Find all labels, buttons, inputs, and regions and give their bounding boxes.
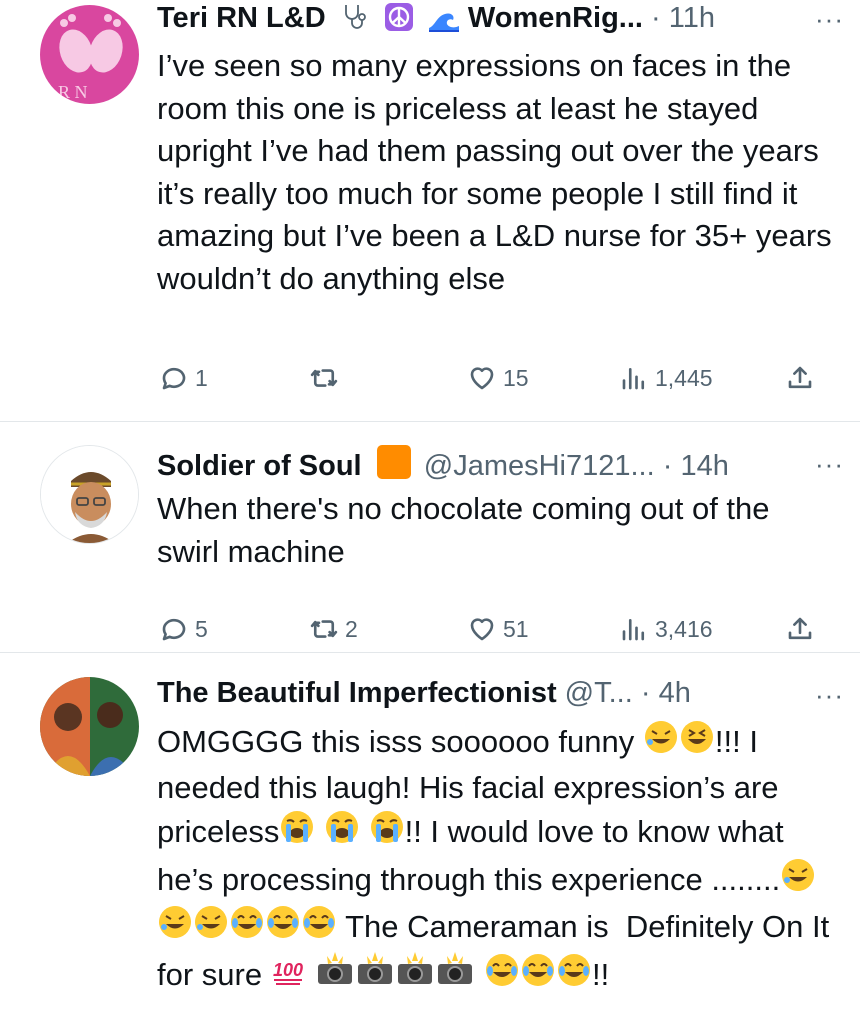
avatar-soldier-of-soul[interactable] (40, 445, 139, 544)
timestamp[interactable]: 11h (669, 2, 715, 34)
tweet-text: OMGGGG this isss soooooo funny !!! I nee… (157, 719, 844, 999)
avatar-teri[interactable]: R N (40, 5, 139, 104)
timestamp[interactable]: 14h (680, 450, 728, 480)
camera-flash-icon (315, 951, 355, 1000)
sob-emoji-icon (369, 809, 405, 857)
more-horizontal-icon[interactable]: ··· (815, 681, 844, 709)
tweet-1[interactable]: R N Teri RN L&D WomenRig... · 11h ··· I’… (0, 0, 860, 420)
camera-flash-icon (435, 951, 475, 1000)
rofl-emoji-icon (193, 904, 229, 952)
retweet-count: 2 (345, 615, 358, 642)
reply-icon (162, 618, 186, 641)
svg-text:100: 100 (273, 960, 303, 980)
rofl-emoji-icon (157, 904, 193, 952)
peace-icon (384, 2, 414, 36)
joy-emoji-icon (520, 952, 556, 1000)
tweet-text: When there's no chocolate coming out of … (157, 491, 779, 569)
view-count: 3,416 (655, 615, 713, 642)
camera-flash-icon (355, 951, 395, 1000)
hundred-points-icon: 100 (271, 952, 307, 1000)
tweet-header: Soldier of Soul @JamesHi7121... · 14h (157, 444, 774, 480)
joy-emoji-icon (229, 904, 265, 952)
retweet-icon (310, 620, 338, 638)
handle[interactable]: @JamesHi7121... (424, 450, 655, 480)
like-count: 15 (503, 364, 529, 391)
like-count: 51 (503, 615, 529, 642)
share-button[interactable] (785, 609, 815, 649)
views-icon (622, 618, 645, 641)
action-bar: 1 15 1,445 (157, 358, 827, 398)
view-count: 1,445 (655, 364, 713, 391)
joy-emoji-icon (484, 952, 520, 1000)
share-icon (788, 617, 812, 640)
display-name[interactable]: The Beautiful Imperfectionist (157, 677, 557, 709)
action-bar: 5 2 51 3,416 (157, 609, 827, 649)
more-horizontal-icon[interactable]: ··· (815, 5, 844, 33)
retweet-button[interactable] (309, 358, 345, 398)
reply-button[interactable]: 5 (159, 609, 208, 649)
display-name[interactable]: Soldier of Soul (157, 450, 362, 480)
share-icon (788, 366, 812, 389)
views-icon (622, 367, 645, 390)
handle[interactable]: WomenRig... (468, 2, 643, 34)
heart-icon (470, 618, 494, 641)
joy-emoji-icon (301, 904, 337, 952)
sob-emoji-icon (279, 809, 315, 857)
reply-button[interactable]: 1 (159, 358, 208, 398)
stethoscope-icon (340, 2, 370, 36)
views-button[interactable]: 3,416 (619, 609, 713, 649)
avatar-beautiful-imperfectionist[interactable] (40, 677, 139, 776)
timestamp[interactable]: 4h (659, 677, 691, 709)
tweet-3[interactable]: The Beautiful Imperfectionist @T... · 4h… (0, 653, 860, 1024)
handle[interactable]: @T... (565, 677, 633, 709)
like-button[interactable]: 51 (467, 609, 529, 649)
orange-square-icon (376, 444, 412, 480)
retweet-button[interactable]: 2 (309, 609, 358, 649)
rofl-emoji-icon (780, 857, 816, 905)
rofl-emoji-icon (643, 719, 679, 767)
tweet-header: Teri RN L&D WomenRig... · 11h (157, 0, 774, 36)
joy-emoji-icon (556, 952, 592, 1000)
wave-icon (428, 2, 460, 36)
tweet-text: I’ve seen so many expressions on faces i… (157, 48, 841, 296)
heart-icon (470, 367, 494, 390)
tweet-2[interactable]: Soldier of Soul @JamesHi7121... · 14h ··… (0, 422, 860, 652)
sob-emoji-icon (324, 809, 360, 857)
like-button[interactable]: 15 (467, 358, 529, 398)
more-horizontal-icon[interactable]: ··· (815, 450, 844, 478)
reply-count: 5 (195, 615, 208, 642)
reply-count: 1 (195, 364, 208, 391)
camera-flash-icon (395, 951, 435, 1000)
display-name[interactable]: Teri RN L&D (157, 2, 326, 34)
laughing-emoji-icon (679, 719, 715, 767)
joy-emoji-icon (265, 904, 301, 952)
reply-icon (162, 367, 186, 390)
retweet-icon (310, 369, 338, 387)
tweet-header: The Beautiful Imperfectionist @T... · 4h (157, 677, 691, 709)
views-button[interactable]: 1,445 (619, 358, 713, 398)
share-button[interactable] (785, 358, 815, 398)
svg-text:R N: R N (58, 82, 88, 102)
